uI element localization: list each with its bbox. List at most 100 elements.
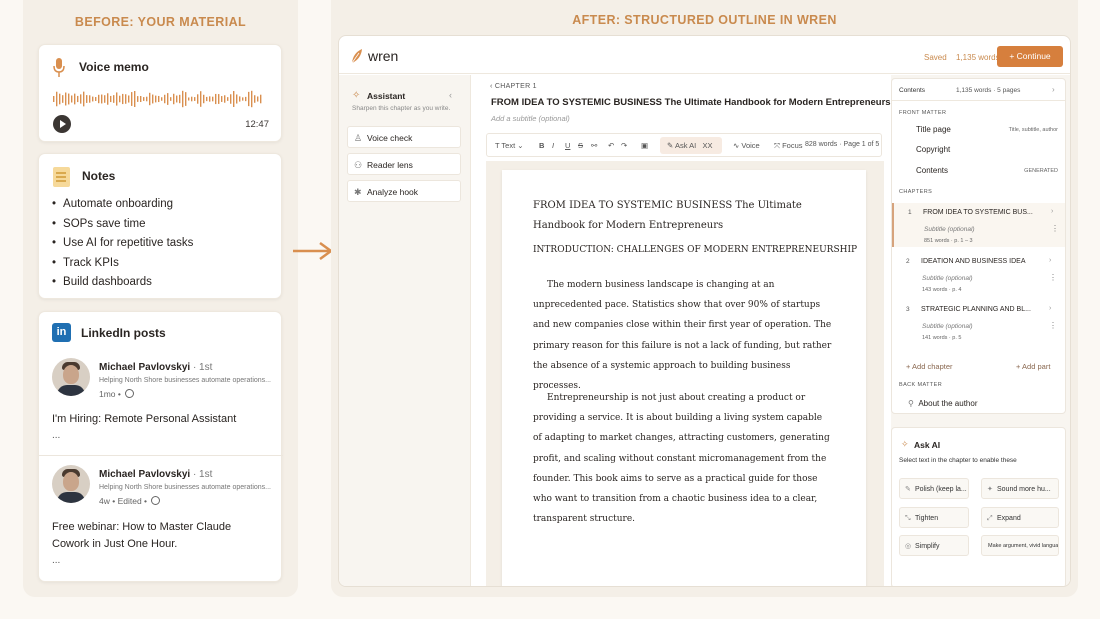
linkedin-post[interactable]: Michael Pavlovskyi · 1st Helping North S… bbox=[39, 465, 283, 575]
waveform-bar bbox=[200, 91, 202, 107]
play-button[interactable] bbox=[53, 115, 71, 133]
tighten-button[interactable]: ⤡ Tighten bbox=[899, 507, 969, 528]
image-icon[interactable]: ▣ bbox=[641, 141, 648, 150]
waveform-bar bbox=[194, 97, 196, 101]
subtitle-input[interactable]: Add a subtitle (optional) bbox=[491, 114, 570, 123]
chapter-breadcrumb[interactable]: ‹ CHAPTER 1 bbox=[490, 83, 537, 90]
voice-button[interactable]: ∿ Voice bbox=[733, 141, 760, 150]
simplify-icon: ◎ bbox=[905, 543, 912, 550]
waveform-bar bbox=[197, 94, 199, 104]
analyze-hook-button[interactable]: ✱ Analyze hook bbox=[347, 180, 461, 202]
waveform-bar bbox=[92, 96, 94, 102]
sparkle-icon: ✎ bbox=[667, 141, 675, 150]
after-panel: AFTER: STRUCTURED OUTLINE IN WREN wren S… bbox=[331, 0, 1078, 597]
vivid-language-button[interactable]: Make argument, vivid language bbox=[981, 535, 1059, 556]
leaf-logo-icon bbox=[351, 49, 362, 64]
waveform-bar bbox=[140, 95, 142, 103]
underline-button[interactable]: U bbox=[565, 141, 570, 150]
simplify-button[interactable]: ◎ Simplify bbox=[899, 535, 969, 556]
undo-icon[interactable]: ↶ bbox=[608, 141, 614, 150]
waveform-bar bbox=[260, 94, 262, 104]
waveform-bar bbox=[146, 96, 148, 102]
chevron-right-icon[interactable]: › bbox=[1051, 208, 1053, 215]
waveform-bar bbox=[221, 96, 223, 102]
add-chapter-button[interactable]: + Add chapter bbox=[906, 362, 953, 371]
front-matter-title-page[interactable]: Title page bbox=[916, 125, 951, 134]
voice-memo-duration: 12:47 bbox=[245, 119, 269, 130]
about-author-item[interactable]: ⚲ About the author bbox=[908, 399, 977, 408]
page-count: 828 words · Page 1 of 5 bbox=[805, 141, 880, 148]
assistant-title: Assistant bbox=[367, 91, 406, 101]
post-author: Michael Pavlovskyi · 1st bbox=[99, 469, 213, 480]
waveform-bar bbox=[209, 96, 211, 102]
waveform-bar bbox=[158, 95, 160, 103]
italic-button[interactable]: I bbox=[552, 141, 554, 150]
reader-lens-button[interactable]: ⚇ Reader lens bbox=[347, 153, 461, 175]
post-more[interactable]: ... bbox=[52, 555, 60, 566]
sparkle-icon: ✦ bbox=[987, 486, 993, 493]
waveform-bar bbox=[116, 92, 118, 106]
assistant-sidebar: ✧ Assistant ‹ Sharpen this chapter as yo… bbox=[339, 75, 471, 586]
list-item: Automate onboarding bbox=[52, 195, 193, 215]
strikethrough-button[interactable]: S bbox=[578, 141, 583, 150]
page-heading: FROM IDEA TO SYSTEMIC BUSINESS The Ultim… bbox=[533, 200, 802, 231]
chapter-subtitle[interactable]: Subtitle (optional) bbox=[922, 323, 973, 330]
sound-more-human-button[interactable]: ✦ Sound more hu... bbox=[981, 478, 1059, 499]
chapter-subtitle[interactable]: Subtitle (optional) bbox=[924, 226, 975, 233]
ask-ai-panel: ✧ Ask AI Select text in the chapter to e… bbox=[891, 427, 1066, 586]
notes-card[interactable]: Notes Automate onboarding SOPs save time… bbox=[38, 153, 282, 299]
saved-status: Saved bbox=[924, 53, 947, 62]
editor-toolbar: T Text ⌄ B I U S ⚯ ↶ ↷ ▣ ✎ Ask AI XX ∿ V… bbox=[486, 133, 882, 157]
list-item: Use AI for repetitive tasks bbox=[52, 234, 193, 254]
ask-ai-button[interactable]: ✎ Ask AI XX bbox=[660, 137, 722, 154]
waveform-bar bbox=[191, 96, 193, 102]
expand-icon: ⤢ bbox=[987, 515, 993, 522]
waveform-bar bbox=[122, 93, 124, 105]
linkedin-post[interactable]: Michael Pavlovskyi · 1st Helping North S… bbox=[39, 358, 283, 454]
collapse-sidebar-icon[interactable]: ‹ bbox=[449, 90, 452, 100]
voice-memo-card[interactable]: Voice memo 12:47 bbox=[38, 44, 282, 142]
waveform-bar bbox=[128, 95, 130, 103]
post-author-headline: Helping North Shore businesses automate … bbox=[99, 484, 271, 491]
chevron-right-icon[interactable]: › bbox=[1049, 305, 1051, 312]
waveform-bar bbox=[173, 93, 175, 105]
redo-icon[interactable]: ↷ bbox=[621, 141, 627, 150]
front-matter-copyright[interactable]: Copyright bbox=[916, 145, 950, 154]
voice-check-button[interactable]: ♙ Voice check bbox=[347, 126, 461, 148]
chevron-right-icon[interactable]: › bbox=[1052, 85, 1055, 94]
link-icon[interactable]: ⚯ bbox=[591, 141, 597, 150]
linkedin-card[interactable]: in LinkedIn posts Michael Pavlovskyi · 1… bbox=[38, 311, 283, 582]
before-panel: BEFORE: YOUR MATERIAL Voice memo 12:47 N… bbox=[23, 0, 298, 597]
chapter-title[interactable]: FROM IDEA TO SYSTEMIC BUSINESS The Ultim… bbox=[491, 97, 891, 108]
polish-button[interactable]: ✎ Polish (keep la... bbox=[899, 478, 969, 499]
more-options-icon[interactable]: ⋮ bbox=[1049, 321, 1057, 330]
focus-button[interactable]: ⤧ Focus bbox=[774, 141, 803, 151]
avatar bbox=[52, 465, 90, 503]
document-page[interactable]: FROM IDEA TO SYSTEMIC BUSINESS The Ultim… bbox=[502, 170, 866, 586]
post-author: Michael Pavlovskyi · 1st bbox=[99, 362, 213, 373]
voice-check-icon: ♙ bbox=[354, 133, 363, 143]
post-more[interactable]: ... bbox=[52, 430, 60, 441]
outline-chapter-3[interactable]: 3 STRATEGIC PLANNING AND BL... › Subtitl… bbox=[892, 305, 1065, 346]
more-options-icon[interactable]: ⋮ bbox=[1049, 273, 1057, 282]
more-options-icon[interactable]: ⋮ bbox=[1051, 224, 1059, 233]
waveform-bar bbox=[185, 92, 187, 106]
outline-chapter-1[interactable]: 1 FROM IDEA TO SYSTEMIC BUS... › Subtitl… bbox=[892, 203, 1065, 247]
continue-button[interactable]: + Continue bbox=[997, 46, 1063, 67]
waveform-bar bbox=[164, 94, 166, 104]
compress-icon: ⤡ bbox=[905, 515, 911, 522]
add-part-button[interactable]: + Add part bbox=[1016, 362, 1050, 371]
expand-button[interactable]: ⤢ Expand bbox=[981, 507, 1059, 528]
notes-list: Automate onboarding SOPs save time Use A… bbox=[52, 195, 193, 293]
text-style-dropdown[interactable]: T Text ⌄ bbox=[495, 141, 524, 150]
front-matter-contents[interactable]: Contents bbox=[916, 166, 948, 175]
waveform-bar bbox=[227, 97, 229, 101]
waveform-bar bbox=[239, 96, 241, 102]
list-item: Track KPIs bbox=[52, 254, 193, 274]
chapter-subtitle[interactable]: Subtitle (optional) bbox=[922, 275, 973, 282]
bold-button[interactable]: B bbox=[539, 141, 544, 150]
post-meta: 1mo • bbox=[99, 389, 135, 399]
chevron-right-icon[interactable]: › bbox=[1049, 257, 1051, 264]
waveform-bar bbox=[233, 91, 235, 107]
outline-chapter-2[interactable]: 2 IDEATION AND BUSINESS IDEA › Subtitle … bbox=[892, 257, 1065, 298]
